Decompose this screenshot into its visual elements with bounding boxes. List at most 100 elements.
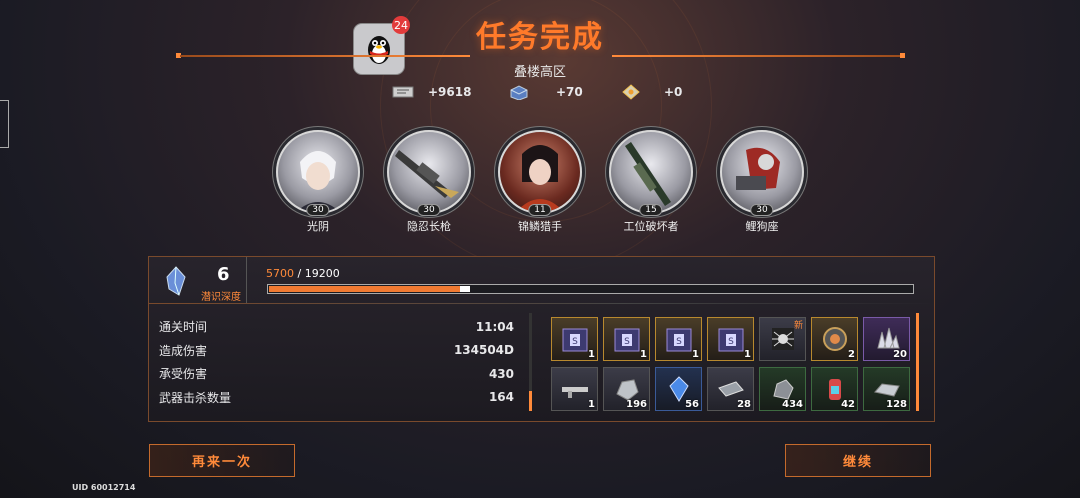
ticket-icon <box>392 86 414 98</box>
svg-text:S: S <box>676 337 682 347</box>
depth-crystal-icon <box>166 266 186 296</box>
item-quantity: 1 <box>640 349 647 360</box>
item-quantity: 1 <box>588 399 595 410</box>
stat-row: 武器击杀数量 164 <box>159 386 514 410</box>
stat-label: 武器击杀数量 <box>159 390 232 405</box>
title-line-dot <box>900 53 905 58</box>
item-quantity: 28 <box>737 399 751 410</box>
reward-crystal-box: +70 <box>508 84 583 100</box>
item-slot[interactable]: 20 <box>863 317 910 361</box>
title-line-right <box>612 55 902 57</box>
character-name: 锦鳞猎手 <box>518 220 562 233</box>
divider <box>149 303 934 304</box>
item-slot[interactable]: 128 <box>863 367 910 411</box>
character-name: 鲤狗座 <box>745 220 779 233</box>
depth-value: 6 <box>217 264 230 285</box>
character-portrait <box>498 130 582 214</box>
rifle-icon <box>562 387 588 398</box>
stat-row: 承受伤害 430 <box>159 362 514 386</box>
depth-box: 6 潜识深度 <box>149 257 247 303</box>
item-slot[interactable]: 新 <box>759 317 806 361</box>
reward-value: +70 <box>556 85 583 99</box>
page-title: 任务完成 <box>476 20 604 55</box>
crystal-box-icon <box>510 85 528 100</box>
item-quantity: 56 <box>685 399 699 410</box>
character-name: 隐忍长枪 <box>407 220 451 233</box>
svg-text:S: S <box>728 337 734 347</box>
depth-progress-bar <box>267 284 914 294</box>
reward-ticket: +9618 <box>392 84 471 100</box>
item-quantity: 196 <box>626 399 647 410</box>
item-slot[interactable]: 1 <box>551 367 598 411</box>
item-grid: S 1 S 1 S 1 S 1 新 2 20 1 196 56 28 434 42 128 <box>551 317 913 411</box>
item-quantity: 434 <box>782 399 803 410</box>
stat-value: 164 <box>488 390 514 405</box>
item-slot[interactable]: S1 <box>551 317 598 361</box>
zone-name: 叠楼高区 <box>513 65 566 80</box>
reward-diamond: +0 <box>620 84 682 100</box>
diamond-icon <box>622 84 640 100</box>
stats-scrollbar[interactable] <box>529 313 532 411</box>
reward-value: +0 <box>664 85 683 99</box>
stat-label: 通关时间 <box>159 320 208 335</box>
stat-label: 造成伤害 <box>159 343 208 358</box>
item-quantity: 20 <box>893 349 907 360</box>
item-slot[interactable]: S1 <box>603 317 650 361</box>
depth-label: 潜识深度 <box>201 292 241 303</box>
item-quantity: 1 <box>588 349 595 360</box>
title-line-left <box>180 55 470 57</box>
loot-box-icon: S <box>666 328 692 352</box>
character-level: 30 <box>750 204 774 216</box>
gear-core-icon <box>823 327 847 351</box>
item-slot[interactable]: 56 <box>655 367 702 411</box>
character-portrait <box>720 130 804 214</box>
uid-label: UID 60012714 <box>72 483 136 492</box>
item-slot[interactable]: S1 <box>707 317 754 361</box>
loot-box-icon: S <box>718 328 744 352</box>
stat-value: 430 <box>488 366 514 381</box>
reward-value: +9618 <box>428 85 472 99</box>
item-slot[interactable]: 434 <box>759 367 806 411</box>
item-slot[interactable]: S1 <box>655 317 702 361</box>
stat-value: 11:04 <box>475 319 514 334</box>
character-name: 工位破坏者 <box>623 220 679 233</box>
character-card[interactable]: 30 隐忍长枪 <box>379 130 479 234</box>
depth-progress-fill <box>269 286 460 292</box>
stat-value: 134504D <box>453 343 514 358</box>
item-quantity: 42 <box>841 399 855 410</box>
items-scrollbar[interactable] <box>916 313 919 411</box>
svg-text:S: S <box>572 337 578 347</box>
progress-current: 5700 <box>266 267 294 280</box>
item-quantity: 128 <box>886 399 907 410</box>
character-portrait <box>387 130 471 214</box>
item-slot[interactable]: 42 <box>811 367 858 411</box>
svg-text:S: S <box>624 337 630 347</box>
retry-button[interactable]: 再来一次 <box>149 444 295 477</box>
character-portrait <box>609 130 693 214</box>
side-tab[interactable] <box>0 100 9 148</box>
item-quantity: 2 <box>848 349 855 360</box>
continue-button[interactable]: 继续 <box>785 444 931 477</box>
character-card[interactable]: 11 锦鳞猎手 <box>490 130 590 234</box>
character-card[interactable]: 30 光阴 <box>268 130 368 234</box>
item-quantity: 1 <box>744 349 751 360</box>
character-card[interactable]: 15 工位破坏者 <box>601 130 701 234</box>
depth-progress-tip <box>460 286 470 292</box>
stats-list: 通关时间 11:04 造成伤害 134504D 承受伤害 430 武器击杀数量 164 <box>159 315 514 409</box>
new-badge: 新 <box>793 321 803 331</box>
stat-row: 通关时间 11:04 <box>159 315 514 339</box>
item-slot[interactable]: 196 <box>603 367 650 411</box>
character-level: 30 <box>417 204 441 216</box>
character-level: 11 <box>528 204 552 216</box>
character-card[interactable]: 30 鲤狗座 <box>712 130 812 234</box>
result-panel: 6 潜识深度 5700 / 19200 通关时间 11:04 造成伤害 134504… <box>148 256 935 422</box>
stat-label: 承受伤害 <box>159 367 208 382</box>
loot-box-icon: S <box>562 328 588 352</box>
item-slot[interactable]: 2 <box>811 317 858 361</box>
loot-box-icon: S <box>614 328 640 352</box>
character-level: 15 <box>639 204 663 216</box>
stat-row: 造成伤害 134504D <box>159 339 514 363</box>
progress-total: / 19200 <box>297 267 340 280</box>
item-slot[interactable]: 28 <box>707 367 754 411</box>
item-quantity: 1 <box>692 349 699 360</box>
